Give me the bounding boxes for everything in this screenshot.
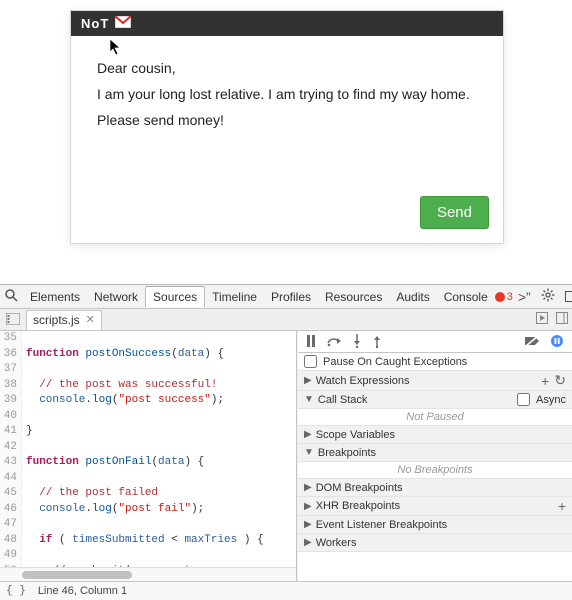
code-editor[interactable]: 3536function postOnSuccess(data) {3738 /… <box>0 331 296 567</box>
call-stack-pane[interactable]: ▼Call StackAsync <box>298 391 572 409</box>
error-count[interactable]: 3 <box>495 291 513 303</box>
step-over-icon[interactable] <box>326 335 342 349</box>
tab-resources[interactable]: Resources <box>318 287 389 307</box>
file-tab-strip: scripts.js ✕ <box>0 309 572 331</box>
app-title: NoT <box>81 16 109 31</box>
xhr-breakpoints-pane[interactable]: ▶XHR Breakpoints+ <box>298 497 572 516</box>
breakpoints-pane[interactable]: ▼Breakpoints <box>298 444 572 462</box>
tab-profiles[interactable]: Profiles <box>264 287 318 307</box>
email-line-2: Please send money! <box>97 112 477 128</box>
code-editor-column: 3536function postOnSuccess(data) {3738 /… <box>0 331 297 581</box>
email-greeting: Dear cousin, <box>97 60 477 76</box>
tab-elements[interactable]: Elements <box>23 287 87 307</box>
debugger-sidebar: Pause On Caught Exceptions ▶Watch Expres… <box>297 331 572 581</box>
tab-sources[interactable]: Sources <box>145 286 205 307</box>
email-body[interactable]: Dear cousin, I am your long lost relativ… <box>71 36 503 196</box>
code-line[interactable]: 39 console.log("post success"); <box>0 393 296 409</box>
file-tab[interactable]: scripts.js ✕ <box>26 310 102 330</box>
workers-pane[interactable]: ▶Workers <box>298 534 572 552</box>
code-line[interactable]: 44 <box>0 471 296 487</box>
chevron-right-icon: ▶ <box>304 482 312 493</box>
cursor-position: Line 46, Column 1 <box>38 585 127 597</box>
pause-on-caught-row[interactable]: Pause On Caught Exceptions <box>298 353 572 371</box>
chevron-right-icon: ▶ <box>304 501 312 512</box>
step-into-icon[interactable] <box>352 334 362 350</box>
code-line[interactable]: 45 // the post failed <box>0 486 296 502</box>
pause-on-exceptions-icon[interactable] <box>550 334 564 350</box>
async-checkbox[interactable] <box>517 393 530 406</box>
navigator-icon[interactable] <box>0 312 26 328</box>
debugger-controls <box>298 331 572 353</box>
email-window: NoT Dear cousin, I am your long lost rel… <box>70 10 504 244</box>
code-line[interactable]: 47 <box>0 517 296 533</box>
search-icon[interactable] <box>0 289 23 305</box>
code-line[interactable]: 37 <box>0 362 296 378</box>
tab-network[interactable]: Network <box>87 287 145 307</box>
no-breakpoints-label: No Breakpoints <box>298 462 572 479</box>
tab-console[interactable]: Console <box>437 287 495 307</box>
devtools-tab-bar: Elements Network Sources Timeline Profil… <box>0 285 572 309</box>
pause-icon[interactable] <box>306 335 316 349</box>
file-name: scripts.js <box>33 313 80 327</box>
dock-icon[interactable] <box>560 289 572 305</box>
chevron-down-icon: ▼ <box>304 394 314 405</box>
pause-on-caught-checkbox[interactable] <box>304 355 317 368</box>
watch-expressions-pane[interactable]: ▶Watch Expressions+↻ <box>298 371 572 391</box>
tab-audits[interactable]: Audits <box>389 287 436 307</box>
event-listener-breakpoints-pane[interactable]: ▶Event Listener Breakpoints <box>298 516 572 534</box>
not-paused-label: Not Paused <box>298 409 572 426</box>
window-title-bar[interactable]: NoT <box>71 11 503 36</box>
dom-breakpoints-pane[interactable]: ▶DOM Breakpoints <box>298 479 572 497</box>
code-line[interactable]: 41} <box>0 424 296 440</box>
code-line[interactable]: 36function postOnSuccess(data) { <box>0 347 296 363</box>
code-line[interactable]: 49 <box>0 548 296 564</box>
add-icon[interactable]: + <box>536 373 549 389</box>
scope-variables-pane[interactable]: ▶Scope Variables <box>298 426 572 444</box>
chevron-right-icon: ▶ <box>304 429 312 440</box>
deactivate-breakpoints-icon[interactable] <box>524 335 540 349</box>
code-line[interactable]: 40 <box>0 409 296 425</box>
devtools-panel: Elements Network Sources Timeline Profil… <box>0 284 572 600</box>
gmail-icon <box>115 16 131 31</box>
chevron-down-icon: ▼ <box>304 447 314 458</box>
status-bar: { } Line 46, Column 1 <box>0 581 572 600</box>
drawer-icon[interactable]: >” <box>513 289 536 305</box>
close-file-icon[interactable]: ✕ <box>86 313 95 326</box>
code-line[interactable]: 48 if ( timesSubmitted < maxTries ) { <box>0 533 296 549</box>
send-button[interactable]: Send <box>420 196 489 229</box>
step-out-icon[interactable] <box>372 334 382 350</box>
chevron-right-icon: ▶ <box>304 375 312 386</box>
code-line[interactable]: 46 console.log("post fail"); <box>0 502 296 518</box>
code-line[interactable]: 43function postOnFail(data) { <box>0 455 296 471</box>
tab-timeline[interactable]: Timeline <box>205 287 264 307</box>
code-line[interactable]: 42 <box>0 440 296 456</box>
email-line-1: I am your long lost relative. I am tryin… <box>97 86 477 102</box>
gear-icon[interactable] <box>536 288 560 305</box>
run-icon[interactable] <box>532 312 552 327</box>
add-icon[interactable]: + <box>553 498 566 514</box>
sidebar-toggle-icon[interactable] <box>552 312 572 327</box>
horizontal-scrollbar[interactable] <box>0 567 296 581</box>
refresh-icon[interactable]: ↻ <box>549 372 566 389</box>
chevron-right-icon: ▶ <box>304 519 312 530</box>
code-line[interactable]: 35 <box>0 331 296 347</box>
code-line[interactable]: 38 // the post was successful! <box>0 378 296 394</box>
pretty-print-icon[interactable]: { } <box>6 585 26 597</box>
error-icon <box>495 292 505 302</box>
chevron-right-icon: ▶ <box>304 537 312 548</box>
